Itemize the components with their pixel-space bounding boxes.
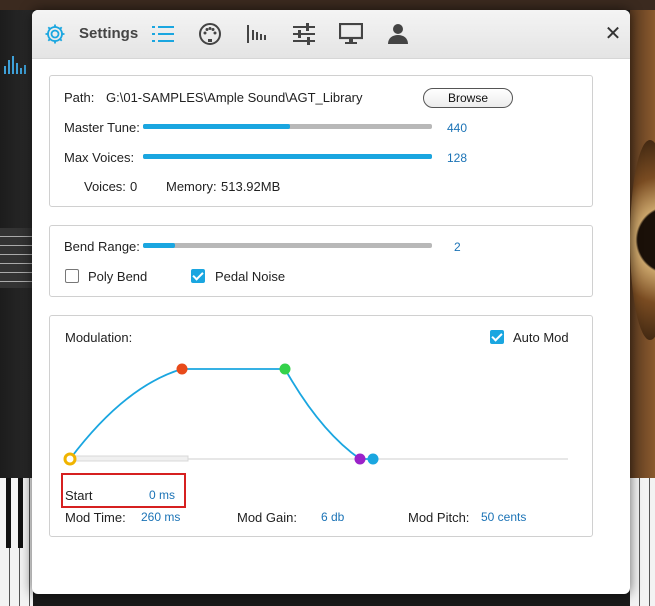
master-tune-label: Master Tune: xyxy=(64,120,140,135)
voices-label: Voices: xyxy=(84,179,126,194)
midi-port-icon[interactable] xyxy=(197,22,223,46)
start-node[interactable] xyxy=(63,452,77,466)
monitor-icon[interactable] xyxy=(338,22,364,46)
background-piano-keys-right xyxy=(630,478,655,606)
browse-button[interactable]: Browse xyxy=(423,88,513,108)
envelope-curve xyxy=(69,368,373,460)
poly-bend-checkbox[interactable] xyxy=(65,269,79,283)
hold-node[interactable] xyxy=(279,363,291,375)
mod-gain-label: Mod Gain: xyxy=(237,510,297,525)
master-tune-fill xyxy=(143,124,291,129)
background-piano-keys xyxy=(0,478,33,606)
memory-value: 513.92MB xyxy=(221,179,281,194)
start-selection-highlight xyxy=(61,473,186,508)
path-value: G:\01-SAMPLES\Ample Sound\AGT_Library xyxy=(106,90,363,105)
bend-range-fill xyxy=(143,243,175,248)
user-icon[interactable] xyxy=(385,22,411,46)
mod-pitch-label: Mod Pitch: xyxy=(408,510,470,525)
master-tune-slider[interactable] xyxy=(143,124,432,129)
mod-gain-value: 6 db xyxy=(321,510,345,524)
path-label: Path: xyxy=(64,90,95,105)
max-voices-label: Max Voices: xyxy=(64,150,135,165)
voices-value: 0 xyxy=(130,179,138,194)
end-node[interactable] xyxy=(367,453,379,465)
list-icon[interactable] xyxy=(150,22,176,46)
start-range-bar xyxy=(73,455,189,462)
release-node[interactable] xyxy=(354,453,366,465)
mod-time-label: Mod Time: xyxy=(65,510,126,525)
settings-dialog: Settings ✕ Path: G:\01-SAMPLES\Ample Sou… xyxy=(32,10,630,594)
gear-icon[interactable] xyxy=(42,22,68,46)
max-voices-value: 128 xyxy=(447,151,468,165)
dialog-header: Settings ✕ xyxy=(32,10,630,59)
dialog-title: Settings xyxy=(79,25,139,42)
attack-node[interactable] xyxy=(176,363,188,375)
bend-range-value: 2 xyxy=(454,240,461,254)
mod-pitch-value: 50 cents xyxy=(481,510,527,524)
bend-range-label: Bend Range: xyxy=(64,239,140,254)
background-top-bar xyxy=(0,0,655,10)
memory-label: Memory: xyxy=(166,179,217,194)
pedal-noise-checkbox[interactable] xyxy=(191,269,205,283)
mod-time-value: 260 ms xyxy=(141,510,181,524)
master-tune-value: 440 xyxy=(447,121,468,135)
max-voices-slider[interactable] xyxy=(143,154,432,159)
background-fretboard xyxy=(0,228,33,288)
waveform-icon[interactable] xyxy=(244,22,270,46)
general-settings-panel: Path: G:\01-SAMPLES\Ample Sound\AGT_Libr… xyxy=(49,75,593,207)
sliders-icon[interactable] xyxy=(291,22,317,46)
background-level-meter xyxy=(4,54,28,74)
bend-range-slider[interactable] xyxy=(143,243,432,248)
pedal-noise-label: Pedal Noise xyxy=(215,269,286,284)
poly-bend-label: Poly Bend xyxy=(88,269,148,284)
max-voices-fill xyxy=(143,154,432,159)
close-icon[interactable]: ✕ xyxy=(602,24,624,46)
bend-settings-panel: Bend Range: 2 Poly Bend Pedal Noise xyxy=(49,225,593,297)
